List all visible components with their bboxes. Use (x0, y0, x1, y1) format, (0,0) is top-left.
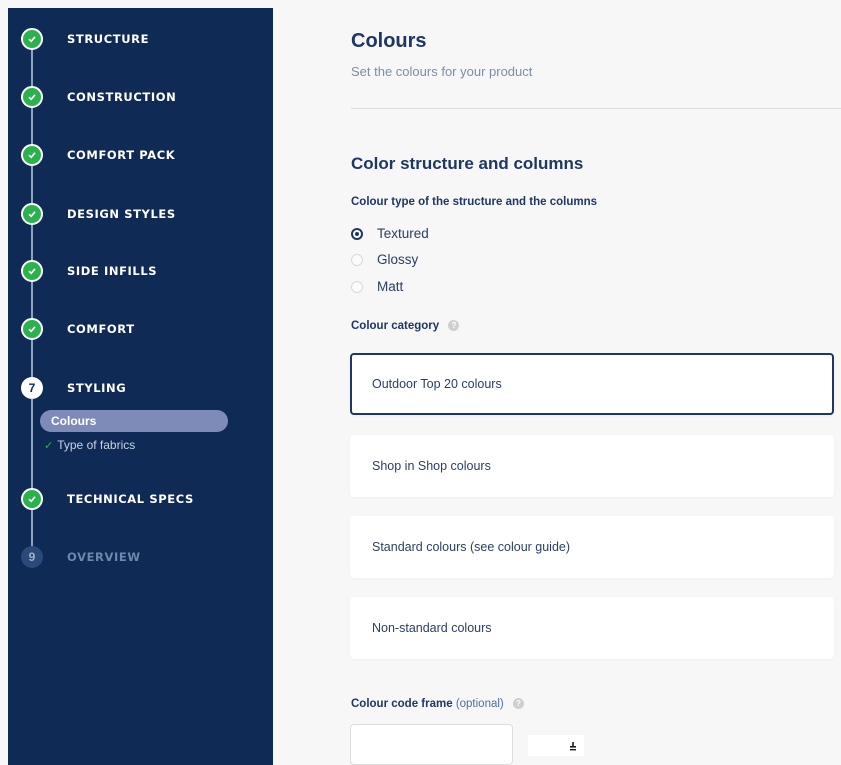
frame-label: Colour code frame (351, 698, 453, 710)
step-side-infills[interactable]: SIDE INFILLS (21, 259, 157, 283)
help-icon[interactable]: ? (512, 698, 524, 710)
check-icon (21, 144, 43, 166)
category-card-non-standard[interactable]: Non-standard colours (350, 597, 834, 659)
colour-code-frame-input[interactable] (350, 724, 513, 765)
step-label: STRUCTURE (67, 32, 150, 46)
radio-label: Matt (377, 279, 404, 294)
colour-category-label: Colour category (351, 320, 440, 332)
page-title: Colours (351, 30, 427, 52)
colour-category-label-row: Colour category ? (351, 320, 460, 332)
radio-matt[interactable]: Matt (351, 279, 403, 294)
check-icon (21, 488, 43, 510)
main-content: Colours Set the colours for your product… (273, 8, 841, 765)
step-overview: 9 OVERVIEW (21, 545, 141, 569)
radio-label: Textured (377, 226, 429, 241)
radio-glossy[interactable]: Glossy (351, 252, 418, 267)
check-icon (21, 28, 43, 50)
substep-colours[interactable]: Colours (40, 410, 228, 432)
step-label: STYLING (67, 381, 127, 395)
progress-sidebar: STRUCTURE CONSTRUCTION COMFORT PACK DESI… (8, 8, 273, 765)
help-icon[interactable]: ? (448, 320, 460, 332)
category-card-outdoor-top-20[interactable]: Outdoor Top 20 colours (350, 353, 834, 415)
step-label: DESIGN STYLES (67, 207, 176, 221)
category-card-shop-in-shop[interactable]: Shop in Shop colours (350, 435, 834, 497)
check-icon (21, 86, 43, 108)
color-picker-button[interactable] (528, 735, 584, 756)
check-icon (21, 318, 43, 340)
step-comfort-pack[interactable]: COMFORT PACK (21, 143, 175, 167)
paint-bucket-icon (570, 741, 576, 750)
step-label: TECHNICAL SPECS (67, 492, 194, 506)
substep-label: Type of fabrics (57, 438, 136, 452)
step-design-styles[interactable]: DESIGN STYLES (21, 202, 176, 226)
optional-tag: (optional) (455, 698, 504, 710)
step-technical-specs[interactable]: TECHNICAL SPECS (21, 487, 194, 511)
check-icon: ✓ (44, 439, 54, 452)
check-icon (21, 203, 43, 225)
divider (351, 108, 841, 109)
step-structure[interactable]: STRUCTURE (21, 27, 149, 51)
step-styling[interactable]: 7 STYLING (21, 376, 126, 400)
check-icon (21, 260, 43, 282)
step-number: 7 (21, 377, 43, 399)
radio-unchecked-icon[interactable] (351, 280, 363, 293)
radio-label: Glossy (377, 252, 419, 267)
step-construction[interactable]: CONSTRUCTION (21, 85, 176, 109)
radio-checked-icon[interactable] (351, 227, 363, 240)
radio-textured[interactable]: Textured (351, 226, 429, 241)
substep-type-of-fabrics[interactable]: ✓ Type of fabrics (44, 438, 135, 452)
section-title: Color structure and columns (351, 154, 584, 173)
category-card-standard[interactable]: Standard colours (see colour guide) (350, 516, 834, 578)
radio-unchecked-icon[interactable] (351, 253, 363, 266)
progress-track (31, 48, 33, 558)
page-subtitle: Set the colours for your product (351, 64, 533, 79)
step-label: OVERVIEW (67, 550, 141, 564)
step-label: CONSTRUCTION (67, 90, 177, 104)
frame-label-row: Colour code frame (optional) ? (351, 698, 524, 710)
step-label: COMFORT PACK (67, 148, 176, 162)
step-number: 9 (21, 546, 43, 568)
step-comfort[interactable]: COMFORT (21, 317, 135, 341)
step-label: COMFORT (67, 322, 135, 336)
step-label: SIDE INFILLS (67, 264, 158, 278)
colour-type-label: Colour type of the structure and the col… (351, 196, 597, 208)
